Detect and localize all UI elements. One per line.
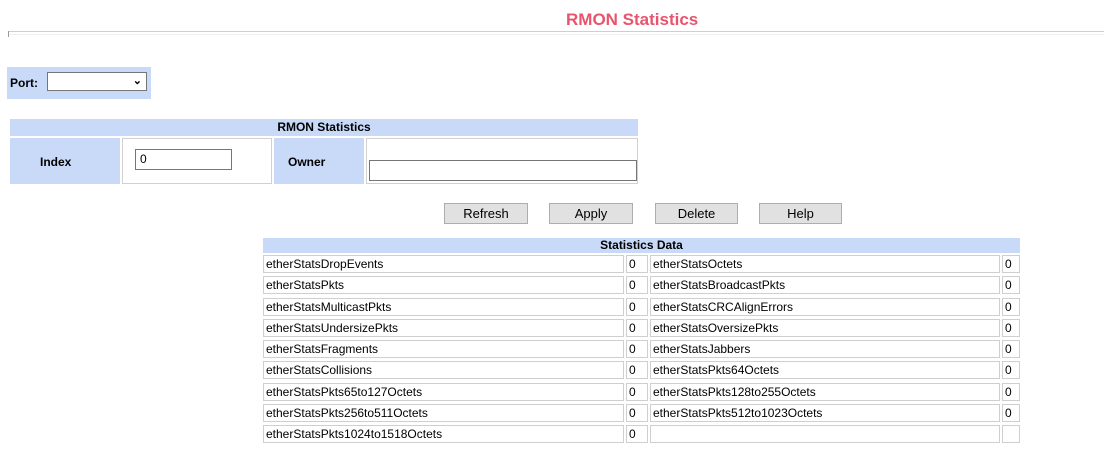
stat-name-cell: etherStatsCRCAlignErrors	[650, 297, 1000, 316]
stat-value-cell: 0	[626, 361, 648, 380]
page-title: RMON Statistics	[566, 10, 699, 29]
rmon-settings-row: Index 0 Owner	[10, 138, 638, 184]
table-row: etherStatsFragments 0 etherStatsJabbers …	[263, 338, 1020, 359]
owner-input[interactable]	[369, 160, 637, 181]
stat-value-cell: 0	[1002, 382, 1020, 401]
stat-value-cell: 0	[626, 276, 648, 295]
table-row: etherStatsUndersizePkts 0 etherStatsOver…	[263, 317, 1020, 338]
stat-value-cell: 0	[1002, 361, 1020, 380]
table-row: etherStatsMulticastPkts 0 etherStatsCRCA…	[263, 296, 1020, 317]
refresh-button[interactable]: Refresh	[444, 203, 528, 224]
help-button[interactable]: Help	[759, 203, 842, 224]
stat-value-cell: 0	[626, 425, 648, 444]
table-row: etherStatsPkts1024to1518Octets 0	[263, 423, 1020, 444]
delete-button[interactable]: Delete	[655, 203, 738, 224]
stat-value-cell: 0	[1002, 340, 1020, 359]
index-label-cell: Index	[10, 138, 120, 184]
statistics-table-header: Statistics Data	[263, 238, 1020, 253]
index-input[interactable]: 0	[135, 149, 232, 170]
stat-name-cell: etherStatsCollisions	[263, 361, 624, 380]
stat-value-cell: 0	[1002, 276, 1020, 295]
stat-value-cell: 0	[626, 404, 648, 423]
stat-value-cell: 0	[1002, 404, 1020, 423]
table-row: etherStatsPkts 0 etherStatsBroadcastPkts…	[263, 274, 1020, 295]
stat-name-cell: etherStatsPkts65to127Octets	[263, 382, 624, 401]
table-row: etherStatsCollisions 0 etherStatsPkts64O…	[263, 359, 1020, 380]
port-label: Port:	[10, 76, 38, 90]
stat-name-cell: etherStatsPkts512to1023Octets	[650, 404, 1000, 423]
stat-name-cell: etherStatsOversizePkts	[650, 318, 1000, 337]
stat-name-cell: etherStatsFragments	[263, 340, 624, 359]
stat-value-cell: 0	[1002, 318, 1020, 337]
port-select[interactable]: ⌄	[47, 72, 147, 91]
owner-label: Owner	[288, 155, 326, 169]
stat-name-cell	[650, 425, 1000, 444]
stat-name-cell: etherStatsMulticastPkts	[263, 297, 624, 316]
rmon-table-header: RMON Statistics	[10, 119, 638, 136]
stat-value-cell: 0	[1002, 297, 1020, 316]
stat-name-cell: etherStatsBroadcastPkts	[650, 276, 1000, 295]
stat-value-cell: 0	[626, 297, 648, 316]
stat-name-cell: etherStatsUndersizePkts	[263, 318, 624, 337]
table-row: etherStatsDropEvents 0 etherStatsOctets …	[263, 253, 1020, 274]
owner-value-cell	[366, 138, 638, 184]
stat-name-cell: etherStatsPkts256to511Octets	[263, 404, 624, 423]
stat-name-cell: etherStatsPkts64Octets	[650, 361, 1000, 380]
stat-value-cell	[1002, 425, 1020, 444]
table-row: etherStatsPkts65to127Octets 0 etherStats…	[263, 381, 1020, 402]
port-selector-panel: Port: ⌄	[7, 67, 151, 99]
stat-value-cell: 0	[626, 318, 648, 337]
statistics-data-table: Statistics Data etherStatsDropEvents 0 e…	[263, 238, 1020, 445]
chevron-down-icon: ⌄	[132, 75, 142, 87]
stat-name-cell: etherStatsJabbers	[650, 340, 1000, 359]
rmon-settings-table: RMON Statistics Index 0 Owner	[10, 119, 638, 184]
title-divider-tick	[8, 31, 9, 37]
stat-value-cell: 0	[626, 382, 648, 401]
stat-value-cell: 0	[626, 340, 648, 359]
stat-name-cell: etherStatsPkts	[263, 276, 624, 295]
stat-name-cell: etherStatsOctets	[650, 255, 1000, 273]
owner-label-cell: Owner	[274, 138, 364, 184]
stat-name-cell: etherStatsPkts128to255Octets	[650, 382, 1000, 401]
index-value-cell: 0	[122, 138, 272, 184]
stat-value-cell: 0	[626, 255, 648, 273]
stat-name-cell: etherStatsDropEvents	[263, 255, 624, 273]
apply-button[interactable]: Apply	[549, 203, 633, 224]
title-divider	[8, 31, 1104, 35]
stat-name-cell: etherStatsPkts1024to1518Octets	[263, 425, 624, 444]
stat-value-cell: 0	[1002, 255, 1020, 273]
table-row: etherStatsPkts256to511Octets 0 etherStat…	[263, 402, 1020, 423]
index-label: Index	[40, 155, 72, 169]
